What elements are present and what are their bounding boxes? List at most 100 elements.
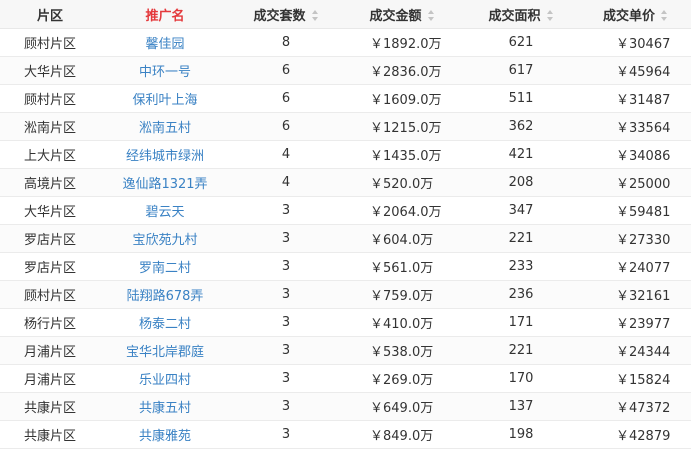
cell-area-value: 上大片区 <box>23 149 76 164</box>
cell-count: 3 <box>230 420 342 449</box>
cell-area: 顾村片区 <box>0 84 100 113</box>
cell-price-value: ￥15824 <box>616 373 671 388</box>
header-price[interactable]: 成交单价 <box>580 0 691 29</box>
cell-area: 罗店片区 <box>0 224 100 253</box>
estate-link[interactable]: 经纬城市绿洲 <box>126 149 204 164</box>
cell-count-value: 6 <box>281 91 291 106</box>
cell-size: 511 <box>462 84 580 113</box>
cell-count-value: 3 <box>281 315 291 330</box>
table-row: 顾村片区 保利叶上海 6 ￥1609.0万 511 ￥31487 <box>0 84 691 113</box>
cell-size: 621 <box>462 28 580 57</box>
estate-link[interactable]: 逸仙路1321弄 <box>122 177 207 192</box>
cell-area-value: 月浦片区 <box>23 373 76 388</box>
cell-price-value: ￥59481 <box>616 205 671 220</box>
header-count-label: 成交套数 <box>253 8 306 24</box>
cell-size: 617 <box>462 56 580 85</box>
header-count[interactable]: 成交套数 <box>230 0 342 29</box>
cell-size-value: 621 <box>508 35 534 50</box>
header-row: 片区 推广名 成交套数 成交金额 成交面积 成交单价 <box>0 0 691 29</box>
cell-amount-value: ￥2836.0万 <box>370 65 442 80</box>
cell-price-value: ￥33564 <box>616 121 671 136</box>
cell-area: 大华片区 <box>0 196 100 225</box>
cell-count-value: 6 <box>281 63 291 78</box>
table-body: 顾村片区 馨佳园 8 ￥1892.0万 621 ￥30467 大华片区 中环一号 6 ￥2836.… <box>0 28 691 449</box>
estate-link[interactable]: 乐业四村 <box>139 373 191 388</box>
estate-link[interactable]: 陆翔路678弄 <box>127 289 204 304</box>
cell-area: 淞南片区 <box>0 112 100 141</box>
cell-count: 4 <box>230 168 342 197</box>
sort-icon[interactable] <box>661 9 668 21</box>
cell-price-value: ￥25000 <box>616 177 671 192</box>
cell-price-value: ￥32161 <box>616 289 671 304</box>
cell-amount: ￥1892.0万 <box>342 28 462 57</box>
cell-amount: ￥269.0万 <box>342 364 462 393</box>
cell-area-value: 高境片区 <box>23 177 76 192</box>
estate-link[interactable]: 宝欣苑九村 <box>132 233 197 248</box>
cell-amount-value: ￥1435.0万 <box>370 149 442 164</box>
estate-link[interactable]: 罗南二村 <box>139 261 191 276</box>
estate-link[interactable]: 宝华北岸郡庭 <box>126 345 204 360</box>
cell-area-value: 月浦片区 <box>23 345 76 360</box>
sort-icon[interactable] <box>546 9 554 21</box>
header-name[interactable]: 推广名 <box>100 0 230 29</box>
cell-count: 3 <box>230 308 342 337</box>
cell-amount: ￥1435.0万 <box>342 140 462 169</box>
cell-name: 罗南二村 <box>100 252 230 281</box>
table-row: 月浦片区 宝华北岸郡庭 3 ￥538.0万 221 ￥24344 <box>0 336 691 365</box>
cell-price-value: ￥30467 <box>616 37 671 52</box>
cell-name: 碧云天 <box>100 196 230 225</box>
cell-price-value: ￥27330 <box>616 233 671 248</box>
cell-price: ￥42879 <box>580 420 691 449</box>
estate-link[interactable]: 杨泰二村 <box>139 317 191 332</box>
header-area: 片区 <box>0 0 100 29</box>
cell-price: ￥24077 <box>580 252 691 281</box>
sort-icon[interactable] <box>427 9 435 21</box>
header-size[interactable]: 成交面积 <box>462 0 580 29</box>
estate-link[interactable]: 淞南五村 <box>139 121 191 136</box>
header-amount[interactable]: 成交金额 <box>342 0 462 29</box>
sort-icon[interactable] <box>311 9 319 21</box>
cell-name: 共康五村 <box>100 392 230 421</box>
estate-link[interactable]: 馨佳园 <box>145 37 184 52</box>
cell-size-value: 421 <box>508 147 534 162</box>
cell-size: 171 <box>462 308 580 337</box>
cell-size-value: 221 <box>508 343 534 358</box>
cell-size: 221 <box>462 224 580 253</box>
cell-name: 共康雅苑 <box>100 420 230 449</box>
table-row: 罗店片区 宝欣苑九村 3 ￥604.0万 221 ￥27330 <box>0 224 691 253</box>
cell-area: 大华片区 <box>0 56 100 85</box>
estate-link[interactable]: 中环一号 <box>139 65 191 80</box>
cell-size-value: 198 <box>508 427 534 442</box>
cell-price-value: ￥24077 <box>616 261 671 276</box>
cell-count-value: 3 <box>281 427 291 442</box>
estate-link[interactable]: 碧云天 <box>145 205 184 220</box>
cell-size: 362 <box>462 112 580 141</box>
cell-name: 宝欣苑九村 <box>100 224 230 253</box>
cell-count: 4 <box>230 140 342 169</box>
estate-link[interactable]: 共康雅苑 <box>139 429 191 444</box>
cell-size-value: 347 <box>508 203 534 218</box>
cell-price: ￥31487 <box>580 84 691 113</box>
cell-price: ￥24344 <box>580 336 691 365</box>
header-name-label: 推广名 <box>145 8 185 24</box>
table-row: 杨行片区 杨泰二村 3 ￥410.0万 171 ￥23977 <box>0 308 691 337</box>
cell-name: 馨佳园 <box>100 28 230 57</box>
cell-count: 3 <box>230 392 342 421</box>
header-price-label: 成交单价 <box>602 8 655 24</box>
cell-area-value: 大华片区 <box>23 65 76 80</box>
cell-size: 421 <box>462 140 580 169</box>
cell-area: 杨行片区 <box>0 308 100 337</box>
cell-size-value: 221 <box>508 231 534 246</box>
cell-size-value: 171 <box>508 315 534 330</box>
cell-amount-value: ￥2064.0万 <box>370 205 442 220</box>
table-row: 顾村片区 馨佳园 8 ￥1892.0万 621 ￥30467 <box>0 28 691 57</box>
cell-area: 上大片区 <box>0 140 100 169</box>
estate-link[interactable]: 共康五村 <box>139 401 191 416</box>
transactions-table: 片区 推广名 成交套数 成交金额 成交面积 成交单价 顾村片区 馨佳园 8 ￥1892… <box>0 0 691 449</box>
cell-count: 3 <box>230 280 342 309</box>
cell-amount: ￥2836.0万 <box>342 56 462 85</box>
cell-count-value: 3 <box>281 259 291 274</box>
cell-count: 6 <box>230 84 342 113</box>
cell-amount-value: ￥1215.0万 <box>370 121 442 136</box>
estate-link[interactable]: 保利叶上海 <box>132 93 197 108</box>
